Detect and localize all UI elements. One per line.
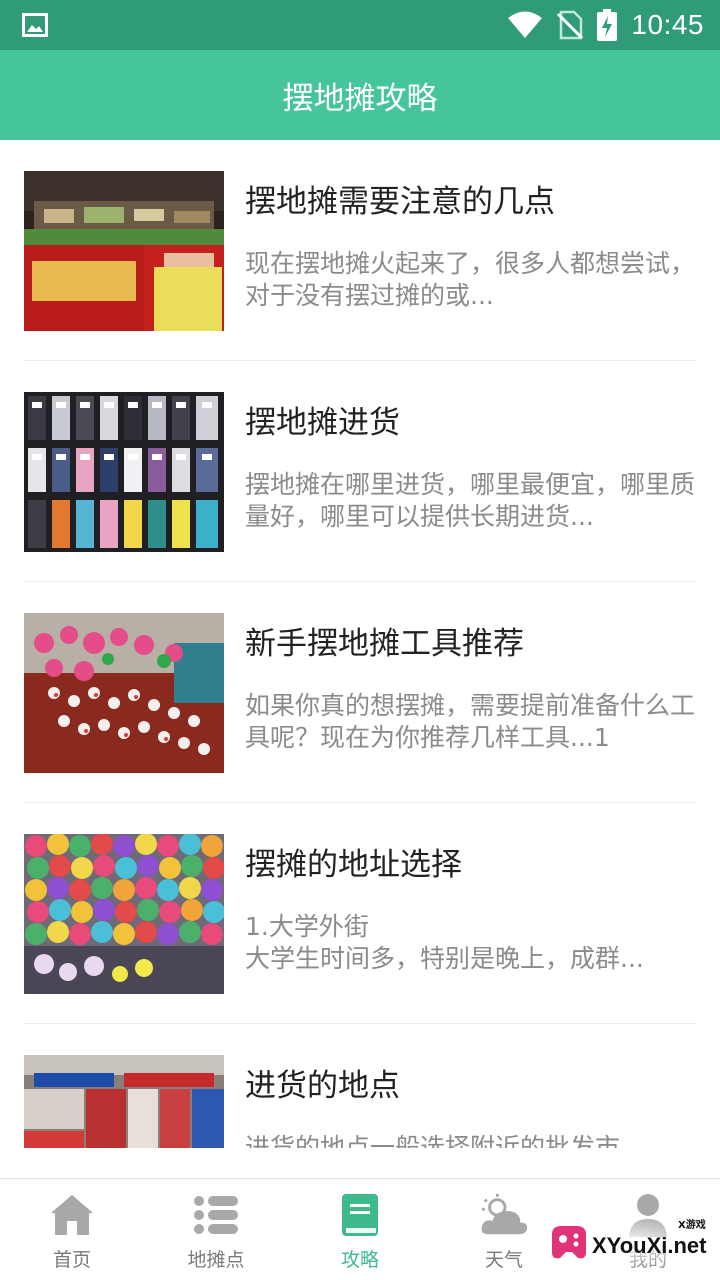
article-title: 新手摆地摊工具推荐 xyxy=(245,626,524,662)
list-item[interactable]: 摆地摊进货 摆地摊在哪里进货，哪里最便宜，哪里质量好，哪里可以提供长期进货... xyxy=(24,361,696,582)
wifi-icon xyxy=(508,11,543,38)
nav-label: 地摊点 xyxy=(187,1249,245,1271)
article-summary: 1.大学外街 大学生时间多，特别是晚上，成群... xyxy=(245,912,644,973)
article-summary: 如果你真的想摆摊，需要提前准备什么工具呢？现在为你推荐几样工具...1 xyxy=(245,691,696,752)
no-sim-icon xyxy=(557,10,584,40)
list-item[interactable]: 摆摊的地址选择 1.大学外街 大学生时间多，特别是晚上，成群... xyxy=(24,803,696,1024)
list-icon xyxy=(192,1191,240,1239)
home-icon xyxy=(48,1191,96,1239)
nav-label: 天气 xyxy=(484,1249,523,1271)
nav-label: 首页 xyxy=(52,1249,91,1271)
article-title: 摆地摊进货 xyxy=(245,405,400,441)
watermark-text: XYouXi.net xyxy=(592,1233,707,1258)
wholesale-market-photo xyxy=(24,1055,224,1148)
balloon-wall-photo xyxy=(24,834,224,994)
article-summary: 摆地摊在哪里进货，哪里最便宜，哪里质量好，哪里可以提供长期进货... xyxy=(245,470,696,531)
status-time: 10:45 xyxy=(631,9,704,40)
battery-charging-icon xyxy=(597,9,618,41)
article-summary: 进货的地点一般选择附近的批发市 xyxy=(245,1133,621,1148)
hair-accessories-stall-photo xyxy=(24,613,224,773)
list-item[interactable]: 进货的地点 进货的地点一般选择附近的批发市 xyxy=(24,1024,696,1148)
app-bar: 摆地摊攻略 xyxy=(0,50,720,140)
nav-guide[interactable]: 攻略 xyxy=(288,1179,432,1280)
status-bar: 10:45 xyxy=(0,0,720,50)
article-summary: 现在摆地摊火起来了，很多人都想尝试，对于没有摆过摊的或... xyxy=(245,249,696,310)
list-item[interactable]: 新手摆地摊工具推荐 如果你真的想摆摊，需要提前准备什么工具呢？现在为你推荐几样工… xyxy=(24,582,696,803)
weather-icon xyxy=(480,1191,528,1239)
street-food-cart-photo xyxy=(24,171,224,331)
article-list[interactable]: 摆地摊需要注意的几点 现在摆地摊火起来了，很多人都想尝试，对于没有摆过摊的或..… xyxy=(0,140,720,1148)
nav-label: 攻略 xyxy=(340,1249,379,1271)
list-item[interactable]: 摆地摊需要注意的几点 现在摆地摊火起来了，很多人都想尝试，对于没有摆过摊的或..… xyxy=(24,140,696,361)
image-icon xyxy=(22,13,48,37)
article-title: 摆摊的地址选择 xyxy=(245,847,462,883)
watermark-small-text: X游戏 xyxy=(678,1218,706,1231)
nav-home[interactable]: 首页 xyxy=(0,1179,144,1280)
nav-stalls[interactable]: 地摊点 xyxy=(144,1179,288,1280)
article-title: 摆地摊需要注意的几点 xyxy=(245,184,555,220)
book-icon xyxy=(336,1191,384,1239)
article-title: 进货的地点 xyxy=(245,1068,400,1104)
watermark-logo: XYouXi.net X游戏 xyxy=(546,1212,714,1274)
page-title: 摆地摊攻略 xyxy=(282,80,438,117)
socks-display-photo xyxy=(24,392,224,552)
